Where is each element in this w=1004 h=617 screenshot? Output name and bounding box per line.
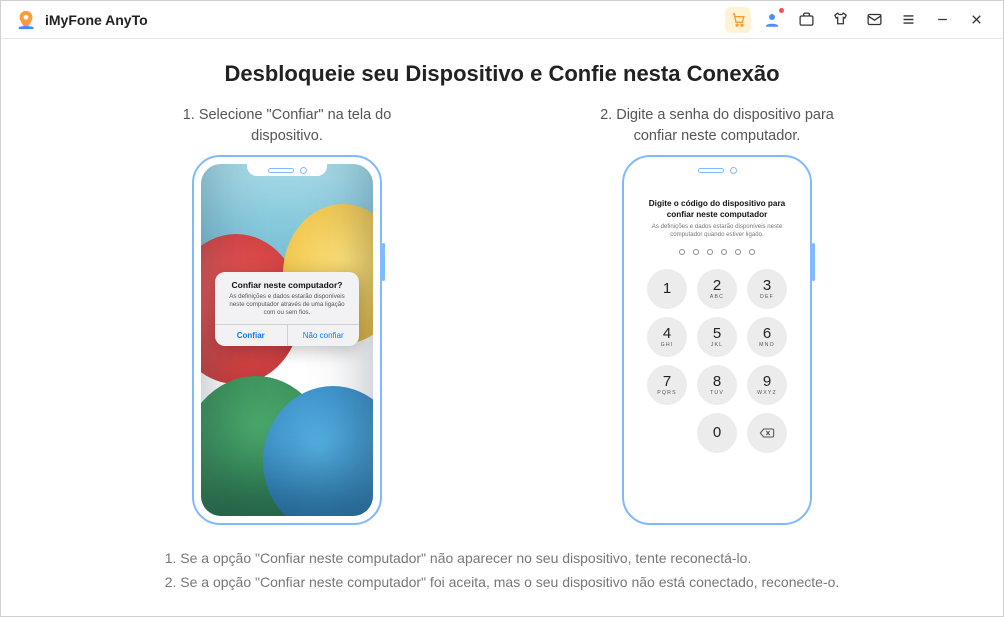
key-0[interactable]: 0 bbox=[697, 413, 737, 453]
trust-alert: Confiar neste computador? As definições … bbox=[215, 272, 359, 346]
key-6[interactable]: 6MNO bbox=[747, 317, 787, 357]
mail-button[interactable] bbox=[861, 7, 887, 33]
key-4[interactable]: 4GHI bbox=[647, 317, 687, 357]
passcode-dots bbox=[679, 249, 755, 255]
step-1-label: 1. Selecione "Confiar" na tela do dispos… bbox=[157, 105, 417, 149]
alert-message: As definições e dados estarão disponívei… bbox=[223, 293, 351, 317]
step-2-label: 2. Digite a senha do dispositivo para co… bbox=[587, 105, 847, 149]
step-1-column: 1. Selecione "Confiar" na tela do dispos… bbox=[157, 105, 417, 525]
alert-title: Confiar neste computador? bbox=[223, 280, 351, 290]
content: Desbloqueie seu Dispositivo e Confie nes… bbox=[1, 39, 1003, 616]
close-button[interactable] bbox=[963, 7, 989, 33]
briefcase-button[interactable] bbox=[793, 7, 819, 33]
app-title: iMyFone AnyTo bbox=[45, 12, 148, 28]
alert-deny-button[interactable]: Não confiar bbox=[288, 325, 360, 346]
minimize-button[interactable] bbox=[929, 7, 955, 33]
note-1: 1. Se a opção "Confiar neste computador"… bbox=[165, 547, 840, 571]
note-2: 2. Se a opção "Confiar neste computador"… bbox=[165, 571, 840, 595]
key-9[interactable]: 9WXYZ bbox=[747, 365, 787, 405]
account-button[interactable] bbox=[759, 7, 785, 33]
passcode-title: Digite o código do dispositivo para conf… bbox=[645, 198, 789, 220]
key-5[interactable]: 5JKL bbox=[697, 317, 737, 357]
key-blank-left bbox=[647, 413, 687, 453]
alert-confirm-button[interactable]: Confiar bbox=[215, 325, 288, 346]
titlebar: iMyFone AnyTo bbox=[1, 1, 1003, 39]
key-1[interactable]: 1 bbox=[647, 269, 687, 309]
step-2-column: 2. Digite a senha do dispositivo para co… bbox=[587, 105, 847, 525]
keypad: 1 2ABC 3DEF 4GHI 5JKL 6MNO 7PQRS 8TUV 9W… bbox=[647, 269, 787, 453]
key-7[interactable]: 7PQRS bbox=[647, 365, 687, 405]
tshirt-button[interactable] bbox=[827, 7, 853, 33]
key-delete[interactable] bbox=[747, 413, 787, 453]
app-logo-icon bbox=[15, 9, 37, 31]
cart-button[interactable] bbox=[725, 7, 751, 33]
menu-button[interactable] bbox=[895, 7, 921, 33]
footer-notes: 1. Se a opção "Confiar neste computador"… bbox=[165, 547, 840, 595]
phone-passcode: Digite o código do dispositivo para conf… bbox=[622, 155, 812, 525]
phone-trust: Confiar neste computador? As definições … bbox=[192, 155, 382, 525]
key-8[interactable]: 8TUV bbox=[697, 365, 737, 405]
passcode-subtitle: As definições e dados estarão disponívei… bbox=[645, 223, 789, 239]
key-2[interactable]: 2ABC bbox=[697, 269, 737, 309]
page-title: Desbloqueie seu Dispositivo e Confie nes… bbox=[224, 61, 779, 87]
key-3[interactable]: 3DEF bbox=[747, 269, 787, 309]
